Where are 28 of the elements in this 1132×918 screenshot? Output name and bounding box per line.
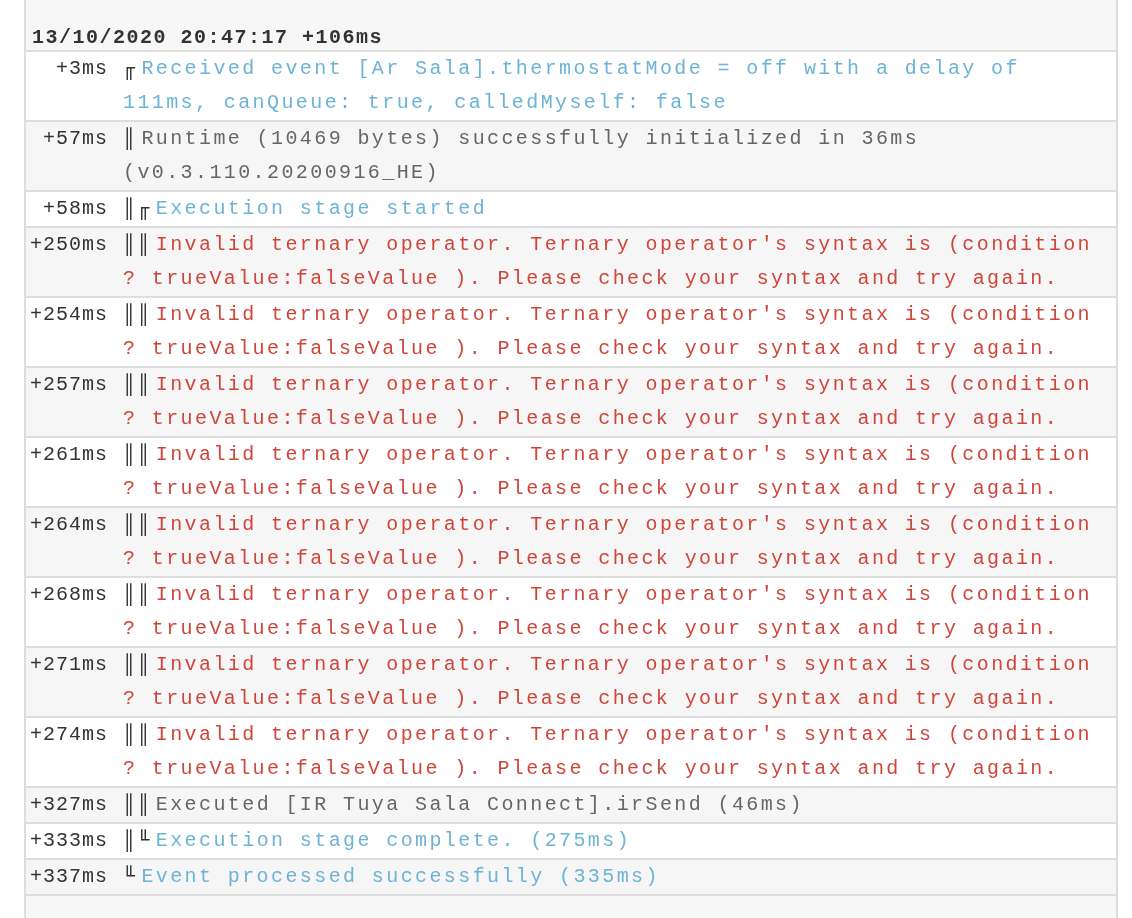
log-message: ╙ Event processed successfully (335ms): [123, 864, 661, 890]
timestamp: +261ms: [29, 442, 108, 468]
log-message: ║║ Invalid ternary operator. Ternary operator's syntax is (condition ? trueValue:falseValue ). Please check your syntax and try again.: [123, 722, 1093, 782]
log-message: ║ Runtime (10469 bytes) successfully initialized in 36ms (v0.3.110.20200916_HE): [123, 126, 921, 186]
timestamp: +327ms: [29, 792, 108, 818]
log-message: ╓ Received event [Ar Sala].thermostatMode = off with a delay of 111ms, canQueue: true, calledMyself: false: [123, 56, 1021, 116]
timestamp: +271ms: [29, 652, 108, 678]
log-message: ║╓ Execution stage started: [123, 196, 489, 222]
log-message: ║║ Executed [IR Tuya Sala Connect].irSend (46ms): [123, 792, 805, 818]
log-message: ║║ Invalid ternary operator. Ternary operator's syntax is (condition ? trueValue:falseValue ). Please check your syntax and try again.: [123, 372, 1093, 432]
timestamp: +58ms: [42, 196, 108, 222]
log-message: ║║ Invalid ternary operator. Ternary operator's syntax is (condition ? trueValue:falseValue ). Please check your syntax and try again.: [123, 302, 1093, 362]
timestamp: +250ms: [29, 232, 108, 258]
timestamp: +268ms: [29, 582, 108, 608]
timestamp: +333ms: [29, 828, 108, 854]
timestamp: +3ms: [55, 56, 108, 82]
log-message: ║║ Invalid ternary operator. Ternary operator's syntax is (condition ? trueValue:falseValue ). Please check your syntax and try again.: [123, 512, 1093, 572]
timestamp: +337ms: [29, 864, 108, 890]
timestamp: +257ms: [29, 372, 108, 398]
log-message: ║║ Invalid ternary operator. Ternary operator's syntax is (condition ? trueValue:falseValue ). Please check your syntax and try again.: [123, 232, 1093, 292]
log-message: ║║ Invalid ternary operator. Ternary operator's syntax is (condition ? trueValue:falseValue ). Please check your syntax and try again.: [123, 652, 1093, 712]
timestamp: +57ms: [42, 126, 108, 152]
timestamp: +254ms: [29, 302, 108, 328]
timestamp: +274ms: [29, 722, 108, 748]
log-message: ║║ Invalid ternary operator. Ternary operator's syntax is (condition ? trueValue:falseValue ). Please check your syntax and try again.: [123, 582, 1093, 642]
timestamp: +264ms: [29, 512, 108, 538]
log-message: ║╙ Execution stage complete. (275ms): [123, 828, 633, 854]
log-message: ║║ Invalid ternary operator. Ternary operator's syntax is (condition ? trueValue:falseValue ). Please check your syntax and try again.: [123, 442, 1093, 502]
